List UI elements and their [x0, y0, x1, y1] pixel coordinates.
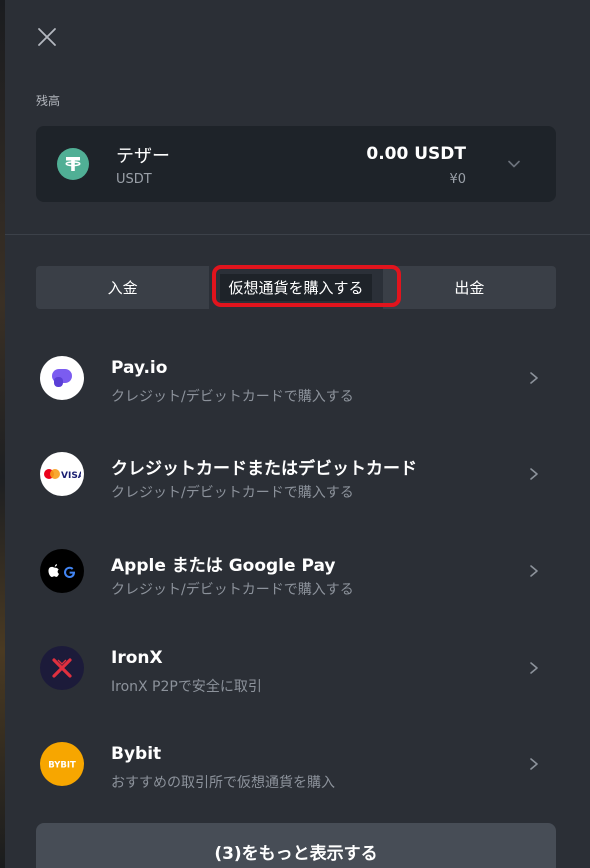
provider-subtitle: クレジット/デビットカードで購入する — [111, 485, 354, 501]
provider-apple-google-pay[interactable]: Apple または Google Pay クレジット/デビットカードで購入する — [0, 523, 590, 619]
close-button[interactable] — [32, 22, 62, 52]
chevron-right-icon — [530, 468, 538, 480]
provider-title: Apple または Google Pay — [111, 556, 336, 576]
chevron-down-icon[interactable] — [506, 156, 522, 172]
apple-google-pay-icon — [40, 549, 84, 593]
chevron-right-icon — [530, 662, 538, 674]
show-more-button[interactable]: (3)をもっと表示する — [36, 823, 556, 868]
chevron-right-icon — [530, 565, 538, 577]
tab-withdraw[interactable]: 出金 — [383, 266, 556, 309]
provider-subtitle: クレジット/デビットカードで購入する — [111, 582, 354, 598]
provider-title: Bybit — [111, 744, 162, 764]
bybit-logo-text: BYBIT — [48, 761, 76, 771]
provider-subtitle: クレジット/デビットカードで購入する — [111, 389, 354, 405]
tab-buy-crypto[interactable]: 仮想通貨を購入する — [209, 266, 383, 309]
provider-bybit[interactable]: BYBIT Bybit おすすめの取引所で仮想通貨を購入 — [0, 716, 590, 812]
tab-label: 仮想通貨を購入する — [220, 274, 372, 301]
provider-ironx[interactable]: IronX IronX P2Pで安全に取引 — [0, 620, 590, 716]
tab-label: 入金 — [107, 279, 138, 297]
balance-card[interactable]: テザー USDT 0.00 USDT ¥0 — [36, 126, 556, 202]
chevron-right-icon — [530, 758, 538, 770]
provider-title: Pay.io — [111, 358, 168, 378]
ironx-icon — [40, 646, 84, 690]
mastercard-visa-icon: VISA — [40, 452, 84, 496]
provider-title: IronX — [111, 648, 163, 668]
chevron-right-icon — [530, 372, 538, 384]
payio-icon — [40, 356, 84, 400]
bybit-icon: BYBIT — [40, 742, 84, 786]
coin-symbol: USDT — [116, 172, 152, 187]
tab-bar: 入金 仮想通貨を購入する 出金 — [36, 266, 556, 309]
close-icon — [38, 28, 56, 46]
provider-card[interactable]: VISA クレジットカードまたはデビットカード クレジット/デビットカードで購入… — [0, 426, 590, 522]
divider — [5, 234, 590, 235]
tab-deposit[interactable]: 入金 — [36, 266, 209, 309]
balance-amount: 0.00 USDT — [366, 144, 466, 164]
coin-name: テザー — [116, 146, 170, 167]
tether-icon — [57, 148, 89, 180]
provider-payio[interactable]: Pay.io クレジット/デビットカードで購入する — [0, 330, 590, 426]
provider-subtitle: おすすめの取引所で仮想通貨を購入 — [111, 775, 335, 791]
provider-subtitle: IronX P2Pで安全に取引 — [111, 679, 262, 695]
balance-fiat: ¥0 — [449, 172, 466, 187]
balance-label: 残高 — [36, 94, 61, 108]
tab-label: 出金 — [454, 279, 485, 297]
svg-text:VISA: VISA — [61, 471, 81, 481]
provider-title: クレジットカードまたはデビットカード — [111, 459, 417, 479]
